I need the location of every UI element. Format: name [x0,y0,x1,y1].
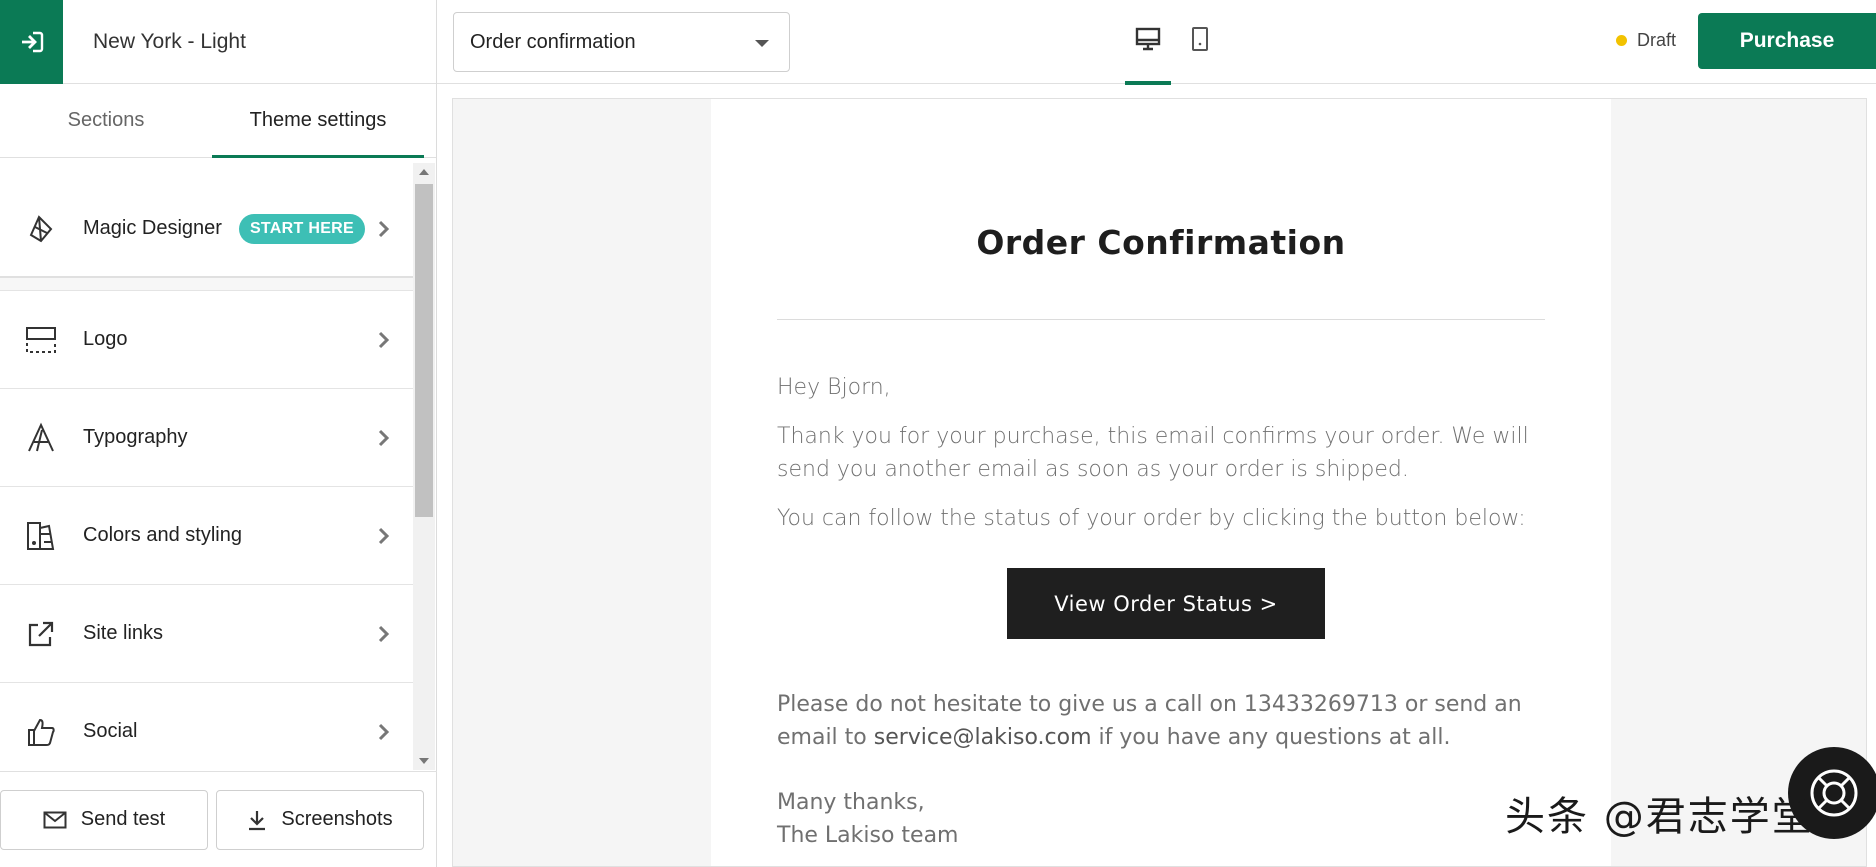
email-paragraph: Thank you for your purchase, this email … [777,424,1529,482]
tab-sections[interactable]: Sections [0,84,212,157]
menu-item-label: Logo [83,328,128,350]
sidebar-header: New York - Light [0,0,436,84]
menu-scrollbar[interactable] [413,163,435,770]
watermark: 头条 @君志学堂 [1505,794,1814,840]
scroll-down-arrow-icon[interactable] [419,758,429,764]
screenshots-button[interactable]: Screenshots [216,789,424,850]
chevron-right-icon [378,723,390,740]
email-signature: Many thanks, The Lakiso team [777,786,959,852]
external-link-icon [24,617,58,651]
menu-item-magic-designer[interactable]: Magic Designer START HERE [0,181,413,278]
exit-button[interactable] [0,0,63,84]
menu-item-logo[interactable]: Logo [0,291,413,389]
typography-icon [24,421,58,455]
menu-item-label: Site links [83,622,164,644]
editor-toolbar: Order confirmation Draft Purchase [437,0,1876,85]
chevron-right-icon [378,429,390,446]
theme-name: New York - Light [93,29,246,53]
lifebuoy-icon [1810,769,1858,817]
thumbs-up-icon [24,715,58,749]
menu-item-label: Magic Designer [83,217,222,239]
chevron-right-icon [378,625,390,642]
desktop-view-button[interactable] [1125,26,1171,85]
screenshots-label: Screenshots [281,808,393,830]
purchase-button[interactable]: Purchase [1698,13,1876,69]
menu-item-social[interactable]: Social [0,683,413,771]
mobile-icon [1192,27,1208,51]
email-signoff-team: The Lakiso team [777,823,959,848]
envelope-icon [43,811,67,828]
mobile-view-button[interactable] [1177,26,1223,84]
status-label: Draft [1636,30,1676,50]
sidebar-tabs: Sections Theme settings [0,84,436,158]
download-icon [249,810,266,830]
email-template-select-value: Order confirmation [470,30,636,53]
email-signoff: Many thanks, [777,790,925,815]
logo-frame-icon [24,323,58,357]
status-badge: Draft [1615,30,1676,51]
send-test-button[interactable]: Send test [0,789,208,850]
draft-status-dot [1615,35,1627,46]
chevron-right-icon [378,331,390,348]
sidebar-footer: Send test Screenshots [0,771,437,867]
menu-item-colors-and-styling[interactable]: Colors and styling [0,487,413,585]
start-here-badge: START HERE [238,213,365,244]
menu-item-site-links[interactable]: Site links [0,585,413,683]
view-order-status-button[interactable]: View Order Status > [1007,568,1325,639]
email-paragraph: You can follow the status of your order … [777,506,1526,531]
desktop-icon [1135,27,1161,51]
scroll-thumb[interactable] [415,184,433,517]
menu-item-typography[interactable]: Typography [0,389,413,487]
menu-divider [0,278,413,291]
email-greeting: Hey Bjorn, [777,375,891,400]
chevron-right-icon [378,220,390,237]
email-link[interactable]: service@lakiso.com [874,725,1092,750]
email-divider [777,319,1545,320]
exit-icon [21,31,43,52]
email-body: Hey Bjorn, Thank you for your purchase, … [777,371,1545,551]
palette-icon [24,519,58,553]
email-preview: Order Confirmation Hey Bjorn, Thank you … [452,98,1867,867]
email-template-select[interactable]: Order confirmation [453,12,790,72]
email-canvas: Order Confirmation Hey Bjorn, Thank you … [711,99,1611,866]
theme-settings-menu: Magic Designer START HERE Logo Typograph… [0,181,413,771]
menu-item-label: Social [83,720,138,742]
chevron-right-icon [378,527,390,544]
scroll-up-arrow-icon[interactable] [419,169,429,175]
menu-item-label: Typography [83,426,188,448]
menu-item-label: Colors and styling [83,524,242,546]
sidebar: New York - Light Sections Theme settings… [0,0,437,867]
email-contact-paragraph: Please do not hesitate to give us a call… [777,688,1545,754]
magic-designer-icon [24,212,58,246]
tab-theme-settings[interactable]: Theme settings [212,84,424,158]
email-contact-text: if you have any questions at all. [1091,725,1451,750]
caret-down-icon [755,40,769,47]
email-title: Order Confirmation [976,223,1346,262]
send-test-label: Send test [80,808,166,830]
